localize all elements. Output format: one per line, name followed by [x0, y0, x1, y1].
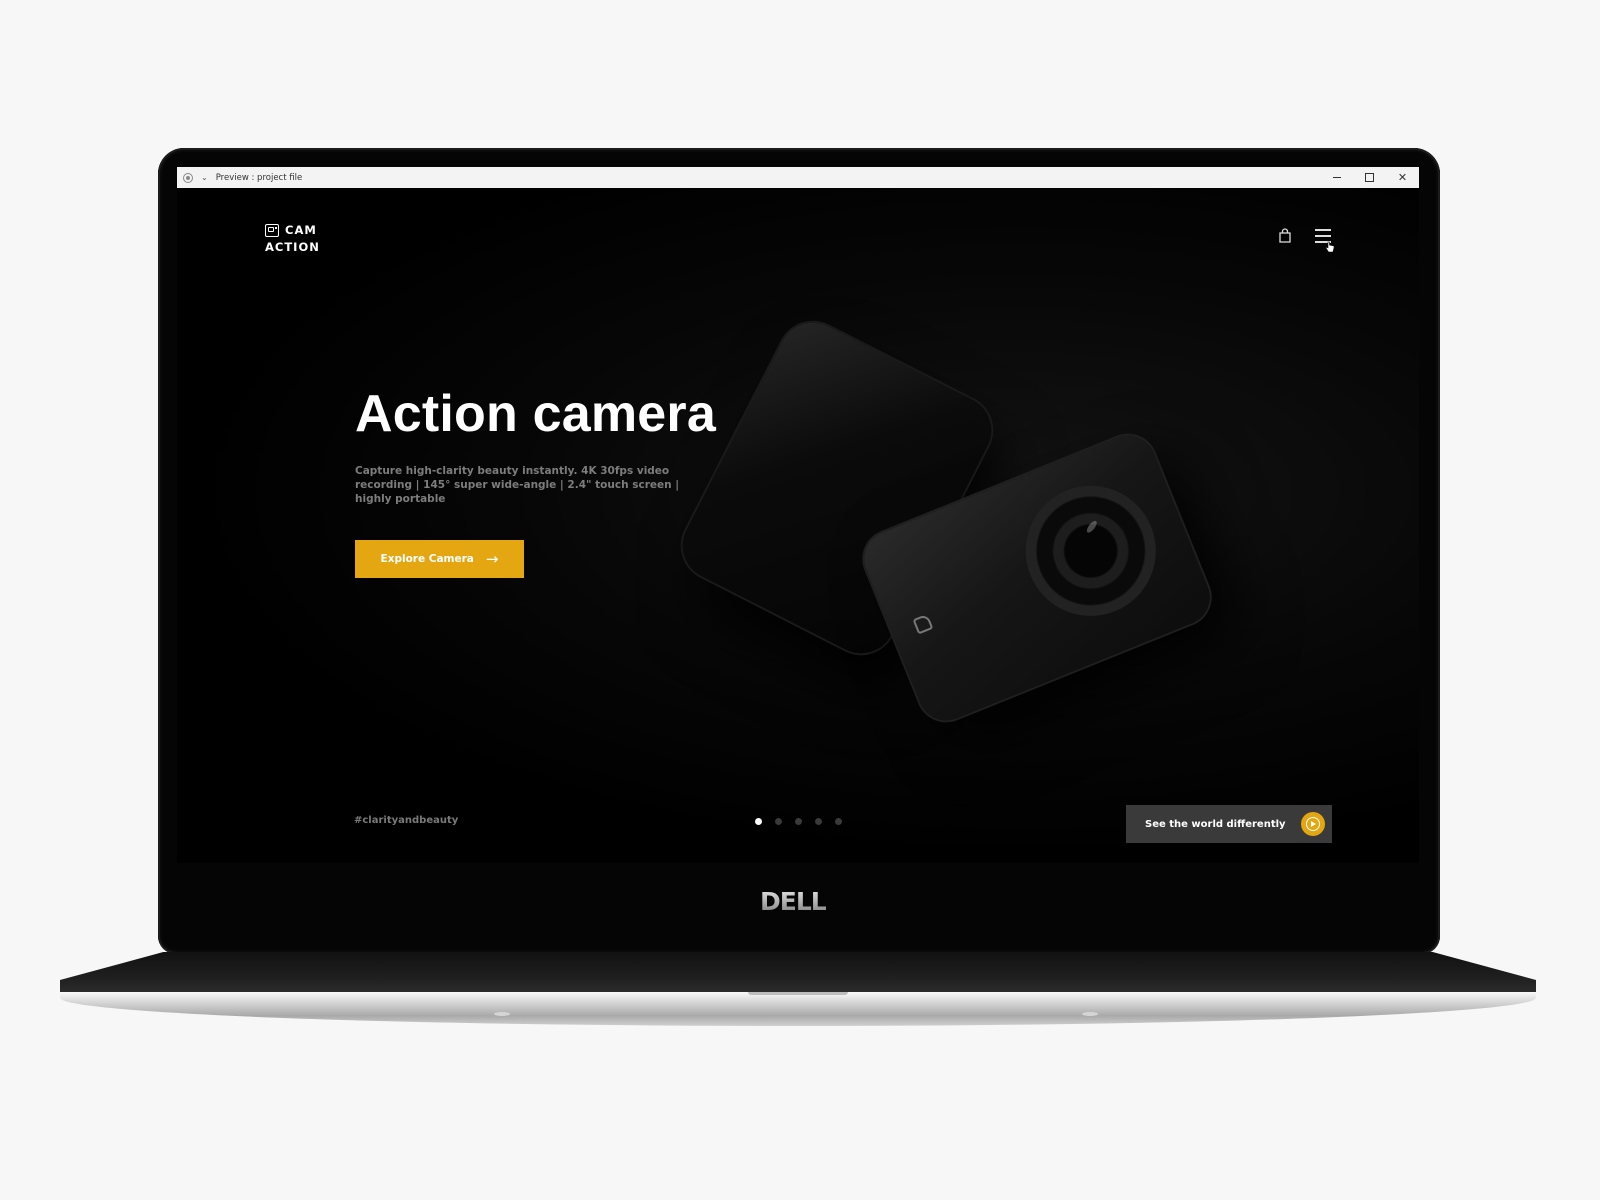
see-world-video-button[interactable]: See the world differently: [1126, 805, 1332, 843]
brand-mark-icon: [912, 613, 934, 635]
slide-dot-2[interactable]: [775, 818, 782, 825]
maximize-button[interactable]: [1353, 167, 1386, 188]
site-logo[interactable]: CAM ACTION: [265, 222, 320, 256]
slide-dot-3[interactable]: [795, 818, 802, 825]
record-icon[interactable]: [183, 172, 193, 183]
laptop-foot: [1082, 1012, 1098, 1016]
landing-page: CAM ACTION Action camera Capture high-cl…: [177, 188, 1419, 863]
hero-description: Capture high-clarity beauty instantly. 4…: [355, 465, 680, 505]
laptop-foot: [494, 1012, 510, 1016]
window-titlebar: ⌄ Preview : project file ✕: [177, 167, 1419, 188]
see-world-label: See the world differently: [1145, 818, 1286, 830]
close-button[interactable]: ✕: [1386, 167, 1419, 188]
laptop-base: [60, 992, 1536, 1026]
maximize-icon: [1365, 173, 1374, 182]
slide-pagination: [755, 818, 842, 825]
laptop-keyboard-deck: [60, 952, 1536, 992]
pointer-cursor-icon: [1325, 241, 1335, 253]
laptop-notch: [748, 992, 848, 995]
hero-title: Action camera: [355, 385, 716, 443]
dell-logo: DELL: [760, 887, 827, 916]
minimize-icon: [1332, 177, 1341, 178]
hero-section: Action camera Capture high-clarity beaut…: [355, 384, 716, 578]
hashtag-link[interactable]: #clarityandbeauty: [354, 815, 458, 826]
slide-dot-4[interactable]: [815, 818, 822, 825]
arrow-right-icon: →: [485, 550, 499, 568]
slide-dot-5[interactable]: [835, 818, 842, 825]
laptop-screen: ⌄ Preview : project file ✕ CAM ACTION Ac…: [177, 167, 1419, 863]
close-icon: ✕: [1397, 172, 1408, 184]
play-circle-icon: [1301, 812, 1325, 836]
logo-text-line2: ACTION: [265, 240, 320, 254]
chevron-down-icon[interactable]: ⌄: [201, 173, 208, 182]
slide-dot-1[interactable]: [755, 818, 762, 825]
shopping-bag-icon[interactable]: [1277, 228, 1293, 244]
explore-camera-button[interactable]: Explore Camera →: [355, 540, 524, 578]
explore-camera-label: Explore Camera: [380, 553, 474, 565]
logo-text-line1: CAM: [285, 223, 317, 237]
camera-icon: [265, 224, 279, 237]
window-title: Preview : project file: [215, 172, 303, 183]
minimize-button[interactable]: [1320, 167, 1353, 188]
camera-lens: [1006, 466, 1176, 636]
